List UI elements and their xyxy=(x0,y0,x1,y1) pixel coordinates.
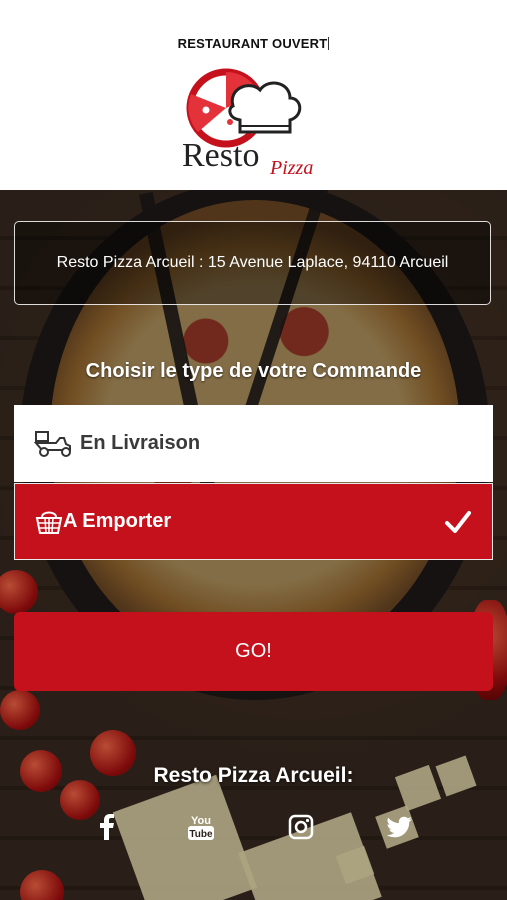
resto-pizza-logo: Resto Pizza xyxy=(182,68,313,179)
restaurant-address: Resto Pizza Arcueil : 15 Avenue Laplace,… xyxy=(56,254,449,271)
restaurant-status: RESTAURANT OUVERT xyxy=(0,36,507,51)
option-takeaway[interactable]: A Emporter xyxy=(14,483,493,560)
svg-text:Pizza: Pizza xyxy=(269,157,313,179)
option-takeaway-label: A Emporter xyxy=(63,510,172,532)
status-text: RESTAURANT OUVERT xyxy=(177,36,328,51)
go-button[interactable]: GO! xyxy=(14,612,493,691)
svg-text:You: You xyxy=(191,815,211,827)
header: RESTAURANT OUVERT Resto Pizza xyxy=(0,0,507,190)
order-type-title: Choisir le type de votre Commande xyxy=(85,360,422,382)
option-delivery-label: En Livraison xyxy=(80,432,201,454)
twitter-icon[interactable] xyxy=(385,812,415,842)
svg-text:Resto: Resto xyxy=(182,137,259,174)
footer-title: Resto Pizza Arcueil: xyxy=(153,764,354,787)
check-icon xyxy=(445,511,471,533)
instagram-icon[interactable] xyxy=(286,812,316,842)
option-delivery[interactable]: En Livraison xyxy=(14,405,493,482)
facebook-icon[interactable] xyxy=(92,812,122,842)
svg-text:Tube: Tube xyxy=(189,829,213,840)
youtube-icon[interactable]: You Tube xyxy=(186,812,216,842)
delivery-scooter-icon xyxy=(34,429,74,459)
restaurant-address-box: Resto Pizza Arcueil : 15 Avenue Laplace,… xyxy=(14,221,491,305)
